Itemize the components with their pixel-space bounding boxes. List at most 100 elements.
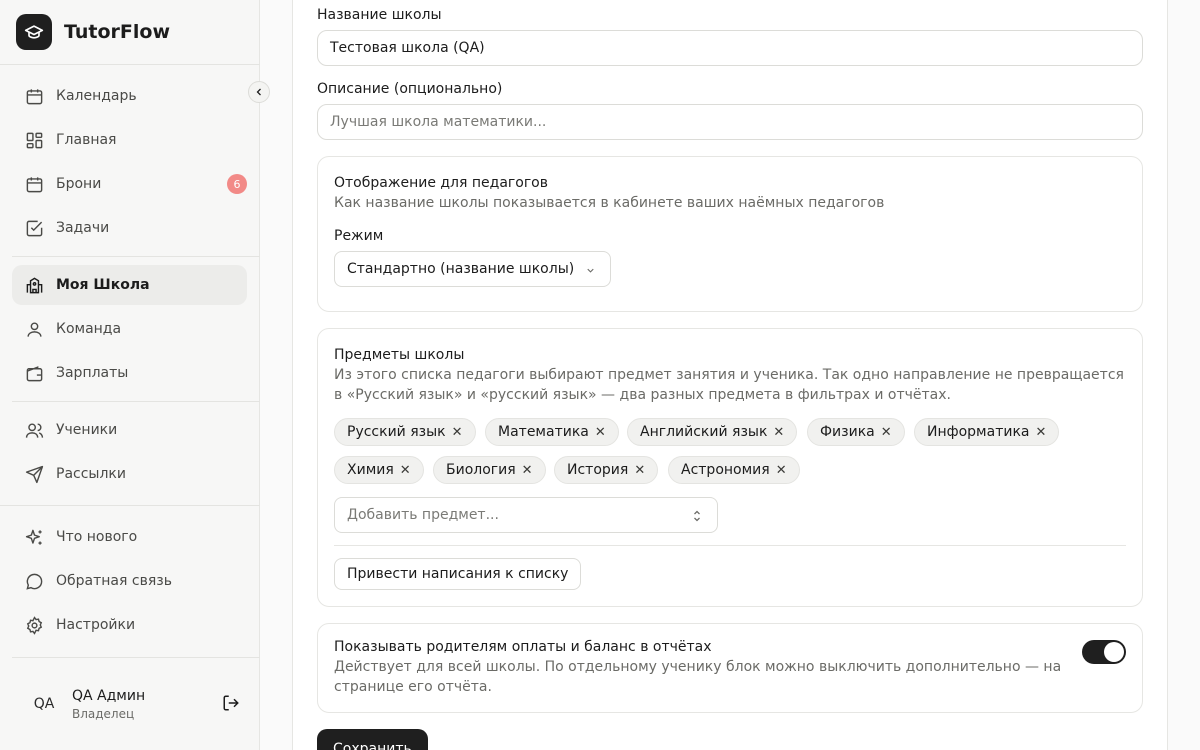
remove-chip-icon[interactable]: ✕ bbox=[881, 425, 892, 440]
school-name-input[interactable]: Тестовая школа (QA) bbox=[317, 30, 1143, 66]
collapse-sidebar-button[interactable] bbox=[248, 81, 270, 103]
remove-chip-icon[interactable]: ✕ bbox=[1035, 425, 1046, 440]
subjects-card: Предметы школы Из этого списка педагоги … bbox=[317, 328, 1143, 607]
send-icon bbox=[24, 464, 44, 484]
subject-chip: Биология ✕ bbox=[433, 456, 546, 484]
subject-chip: Физика ✕ bbox=[807, 418, 905, 446]
mode-label: Режим bbox=[334, 228, 384, 244]
description-input[interactable]: Лучшая школа математики... bbox=[317, 104, 1143, 140]
sidebar-item-home[interactable]: Главная bbox=[12, 120, 247, 160]
add-subject-combobox[interactable]: Добавить предмет... bbox=[334, 497, 718, 533]
sidebar-item-label: Задачи bbox=[56, 220, 110, 236]
avatar: QA bbox=[33, 696, 55, 712]
remove-chip-icon[interactable]: ✕ bbox=[452, 425, 463, 440]
sidebar-item-settings[interactable]: Настройки bbox=[12, 605, 247, 645]
user-profile[interactable]: QA QA Админ Владелец bbox=[16, 682, 242, 726]
sidebar-item-my-school[interactable]: Моя Школа bbox=[12, 265, 247, 305]
sidebar-item-feedback[interactable]: Обратная связь bbox=[12, 561, 247, 601]
mode-select-value: Стандартно (название школы) bbox=[347, 261, 575, 277]
card-description-line-2: странице его отчёта. bbox=[334, 679, 492, 695]
wallet-icon bbox=[24, 363, 44, 383]
chip-label: Биология bbox=[446, 462, 516, 478]
chip-label: Астрономия bbox=[681, 462, 770, 478]
sidebar-item-label: Брони bbox=[56, 176, 102, 192]
sidebar-item-salaries[interactable]: Зарплаты bbox=[12, 353, 247, 393]
divider bbox=[12, 657, 274, 658]
divider bbox=[334, 545, 1126, 546]
sidebar-item-label: Ученики bbox=[56, 422, 118, 438]
remove-chip-icon[interactable]: ✕ bbox=[595, 425, 606, 440]
school-icon bbox=[24, 275, 44, 295]
remove-chip-icon[interactable]: ✕ bbox=[773, 425, 784, 440]
dashboard-icon bbox=[24, 130, 44, 150]
parents-visibility-card: Показывать родителям оплаты и баланс в о… bbox=[317, 623, 1143, 713]
card-description-line-2: в «Русский язык» и «русский язык» — два … bbox=[334, 387, 951, 403]
logout-icon[interactable] bbox=[222, 694, 242, 714]
chip-label: Химия bbox=[347, 462, 394, 478]
sparkles-icon bbox=[24, 527, 44, 547]
divider bbox=[0, 64, 260, 65]
remove-chip-icon[interactable]: ✕ bbox=[400, 463, 411, 478]
message-icon bbox=[24, 571, 44, 591]
chip-label: Английский язык bbox=[640, 424, 768, 440]
subject-chip: Русский язык ✕ bbox=[334, 418, 476, 446]
sidebar-item-whats-new[interactable]: Что нового bbox=[12, 517, 247, 557]
remove-chip-icon[interactable]: ✕ bbox=[776, 463, 787, 478]
normalize-spelling-button[interactable]: Привести написания к списку bbox=[334, 558, 582, 590]
brand-name: TutorFlow bbox=[64, 21, 171, 43]
add-subject-placeholder: Добавить предмет... bbox=[347, 507, 499, 523]
sidebar-item-label: Календарь bbox=[56, 88, 137, 104]
user-role: Владелец bbox=[72, 706, 135, 721]
sidebar-item-calendar[interactable]: Календарь bbox=[12, 76, 247, 116]
sidebar-item-label: Рассылки bbox=[56, 466, 126, 482]
remove-chip-icon[interactable]: ✕ bbox=[522, 463, 533, 478]
divider bbox=[12, 401, 274, 402]
calendar-icon bbox=[24, 86, 44, 106]
remove-chip-icon[interactable]: ✕ bbox=[634, 463, 645, 478]
subject-chip: Информатика ✕ bbox=[914, 418, 1060, 446]
brand[interactable]: TutorFlow bbox=[16, 14, 170, 50]
sidebar-item-label: Зарплаты bbox=[56, 365, 129, 381]
sidebar-item-mailings[interactable]: Рассылки bbox=[12, 454, 247, 494]
subject-chip: Химия ✕ bbox=[334, 456, 424, 484]
parents-visibility-toggle[interactable] bbox=[1082, 640, 1126, 664]
sidebar-item-team[interactable]: Команда bbox=[12, 309, 247, 349]
sidebar-item-label: Команда bbox=[56, 321, 122, 337]
sidebar-item-label: Обратная связь bbox=[56, 573, 172, 589]
subject-chip: Английский язык ✕ bbox=[627, 418, 798, 446]
teacher-display-card: Отображение для педагогов Как название ш… bbox=[317, 156, 1143, 312]
sidebar-item-label: Настройки bbox=[56, 617, 136, 633]
chip-label: Математика bbox=[498, 424, 589, 440]
sidebar-item-students[interactable]: Ученики bbox=[12, 410, 247, 450]
graduation-cap-icon bbox=[16, 14, 52, 50]
toggle-knob bbox=[1104, 642, 1124, 662]
divider bbox=[0, 505, 260, 506]
notification-badge: 6 bbox=[227, 174, 247, 194]
card-title: Показывать родителям оплаты и баланс в о… bbox=[334, 639, 712, 655]
card-title: Отображение для педагогов bbox=[334, 175, 548, 191]
user-name: QA Админ bbox=[72, 687, 146, 704]
main-content: Название школы Тестовая школа (QA) Описа… bbox=[260, 0, 1200, 750]
subject-chip: Астрономия ✕ bbox=[668, 456, 800, 484]
card-description: Как название школы показывается в кабине… bbox=[334, 195, 885, 211]
subject-chip: История ✕ bbox=[554, 456, 659, 484]
booking-icon bbox=[24, 174, 44, 194]
chevron-down-icon bbox=[587, 268, 594, 273]
tasks-icon bbox=[24, 218, 44, 238]
description-label: Описание (опционально) bbox=[317, 81, 503, 97]
chevrons-up-down-icon bbox=[694, 510, 700, 522]
save-button[interactable]: Сохранить bbox=[317, 729, 428, 750]
chevron-left-icon bbox=[256, 88, 261, 96]
mode-select[interactable]: Стандартно (название школы) bbox=[334, 251, 611, 287]
card-description-line-1: Из этого списка педагоги выбирают предме… bbox=[334, 367, 1124, 383]
sidebar: TutorFlow Календарь Главная Брони 6 Зада… bbox=[0, 0, 274, 750]
chip-label: Информатика bbox=[927, 424, 1030, 440]
card-title: Предметы школы bbox=[334, 347, 465, 363]
sidebar-item-label: Что нового bbox=[56, 529, 138, 545]
chip-label: История bbox=[567, 462, 629, 478]
sidebar-item-bookings[interactable]: Брони 6 bbox=[12, 164, 247, 204]
school-name-label: Название школы bbox=[317, 7, 442, 23]
divider bbox=[12, 256, 274, 257]
sidebar-item-tasks[interactable]: Задачи bbox=[12, 208, 247, 248]
students-icon bbox=[24, 420, 44, 440]
